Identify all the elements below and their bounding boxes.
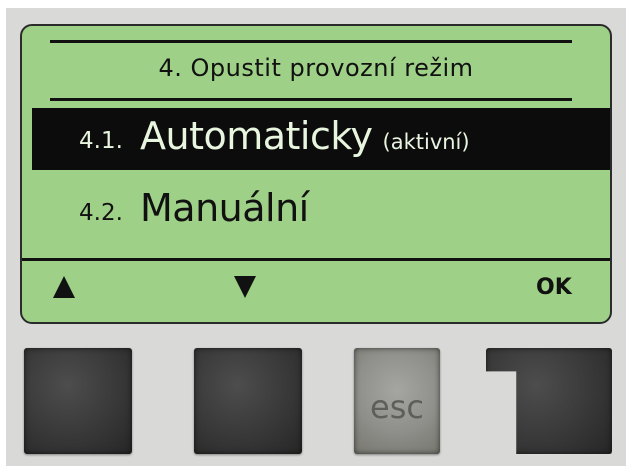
active-tag: (aktivní) xyxy=(382,130,470,154)
top-divider xyxy=(50,40,572,43)
menu-item-label: Manuální xyxy=(140,186,309,230)
menu-item-manualni[interactable]: 4.2. Manuální xyxy=(32,180,610,242)
softkey-button-ok[interactable] xyxy=(486,348,612,454)
triangle-down-icon xyxy=(234,276,256,298)
softkey-button-2[interactable] xyxy=(194,348,302,454)
esc-button[interactable]: esc xyxy=(354,348,440,454)
up-arrow-softkey[interactable] xyxy=(53,276,75,298)
controller-device: 4. Opustit provozní režim 4.1. Automatic… xyxy=(6,8,626,466)
lcd-screen: 4. Opustit provozní režim 4.1. Automatic… xyxy=(20,24,612,324)
title-divider xyxy=(50,98,572,101)
menu-item-label: Automaticky (aktivní) xyxy=(140,114,470,158)
down-arrow-softkey[interactable] xyxy=(234,276,256,298)
menu-item-number: 4.2. xyxy=(79,200,123,226)
screen-title: 4. Opustit provozní režim xyxy=(158,54,474,82)
menu-item-automaticky[interactable]: 4.1. Automaticky (aktivní) xyxy=(32,108,610,170)
menu-item-label-text: Automaticky xyxy=(140,114,373,158)
ok-softkey[interactable]: OK xyxy=(536,275,572,300)
menu-item-number: 4.1. xyxy=(79,128,123,154)
footer-divider xyxy=(22,258,610,261)
softkey-button-1[interactable] xyxy=(24,348,132,454)
triangle-up-icon xyxy=(53,276,75,298)
